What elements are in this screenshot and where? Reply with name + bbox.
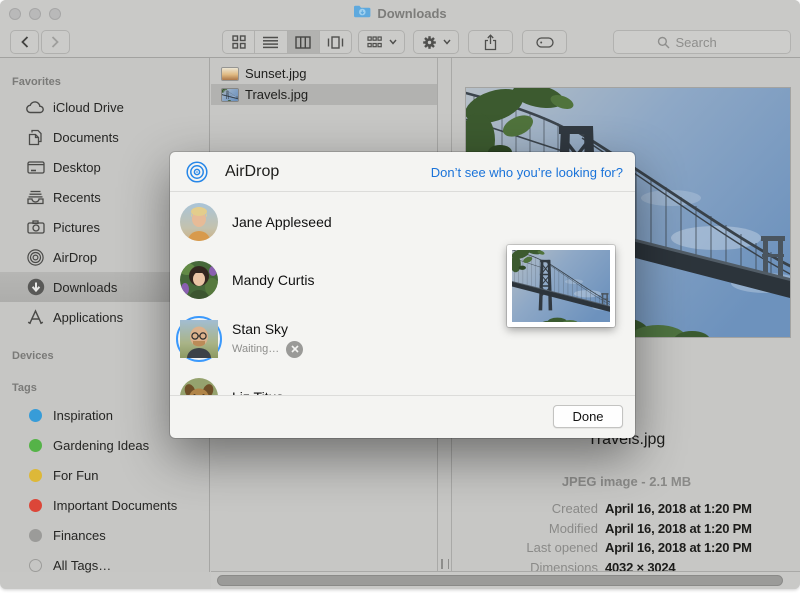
detail-row-last-opened: Last opened April 16, 2018 at 1:20 PM bbox=[453, 538, 800, 558]
cloud-icon bbox=[26, 98, 45, 117]
sidebar-tag-for-fun[interactable]: For Fun bbox=[0, 460, 209, 490]
sunset-thumbnail-icon bbox=[222, 68, 238, 80]
search-input[interactable] bbox=[674, 34, 748, 51]
travels-thumbnail-icon bbox=[222, 89, 238, 101]
sidebar-tag-important-documents[interactable]: Important Documents bbox=[0, 490, 209, 520]
avatar-mandy bbox=[180, 261, 218, 299]
transfer-status: Waiting… bbox=[232, 343, 279, 355]
desktop-icon bbox=[26, 158, 45, 177]
downloads-folder-icon bbox=[353, 4, 371, 23]
person-name: Stan Sky bbox=[232, 321, 288, 337]
icon-view-button[interactable] bbox=[223, 31, 254, 53]
airdrop-dialog-title: AirDrop bbox=[225, 163, 279, 181]
toolbar bbox=[0, 27, 800, 58]
sidebar-item-all-tags[interactable]: All Tags… bbox=[0, 550, 209, 580]
airdrop-dialog-header: AirDrop Don’t see who you’re looking for… bbox=[170, 152, 635, 192]
tag-dot-blue bbox=[29, 409, 42, 422]
horizontal-scrollbar-track[interactable] bbox=[211, 571, 800, 589]
sidebar-tag-finances[interactable]: Finances bbox=[0, 520, 209, 550]
camera-icon bbox=[26, 218, 45, 237]
share-button[interactable] bbox=[468, 30, 513, 54]
file-row-sunset[interactable]: Sunset.jpg bbox=[211, 63, 437, 84]
airdrop-help-link[interactable]: Don’t see who you’re looking for? bbox=[431, 165, 623, 180]
cancel-transfer-button[interactable] bbox=[286, 341, 303, 358]
avatar-liz bbox=[180, 378, 218, 395]
tag-dot-hollow bbox=[29, 559, 42, 572]
tag-dot-red bbox=[29, 499, 42, 512]
column-view-button[interactable] bbox=[287, 31, 319, 53]
done-button[interactable]: Done bbox=[553, 405, 623, 428]
avatar-stan bbox=[180, 320, 218, 358]
person-row-mandy[interactable]: Mandy Curtis bbox=[180, 261, 314, 299]
window-title: Downloads bbox=[377, 6, 446, 21]
avatar-jane bbox=[180, 203, 218, 241]
airdrop-logo-icon bbox=[185, 160, 209, 189]
view-mode-control bbox=[222, 30, 352, 54]
download-circle-icon bbox=[26, 278, 45, 297]
search-field[interactable] bbox=[613, 30, 791, 54]
person-name: Jane Appleseed bbox=[232, 214, 332, 230]
horizontal-scrollbar-thumb[interactable] bbox=[217, 575, 783, 586]
sidebar-item-icloud-drive[interactable]: iCloud Drive bbox=[0, 92, 209, 122]
action-menu-button[interactable] bbox=[413, 30, 459, 54]
person-row-stan[interactable]: Stan Sky Waiting… bbox=[180, 320, 303, 358]
person-row-jane[interactable]: Jane Appleseed bbox=[180, 203, 332, 241]
edit-tags-button[interactable] bbox=[522, 30, 567, 54]
preview-kind-size: JPEG image - 2.1 MB bbox=[453, 474, 800, 489]
gallery-view-button[interactable] bbox=[319, 31, 351, 53]
detail-row-modified: Modified April 16, 2018 at 1:20 PM bbox=[453, 519, 800, 539]
documents-icon bbox=[26, 128, 45, 147]
group-by-button[interactable] bbox=[358, 30, 405, 54]
airdrop-file-thumbnail bbox=[507, 245, 615, 327]
tag-dot-green bbox=[29, 439, 42, 452]
detail-row-created: Created April 16, 2018 at 1:20 PM bbox=[453, 499, 800, 519]
tag-dot-gray bbox=[29, 529, 42, 542]
search-icon bbox=[657, 36, 670, 49]
titlebar: Downloads bbox=[0, 0, 800, 27]
recents-icon bbox=[26, 188, 45, 207]
sidebar-section-favorites: Favorites bbox=[0, 74, 209, 90]
airdrop-dialog: AirDrop Don’t see who you’re looking for… bbox=[170, 152, 635, 438]
person-row-liz[interactable]: Liz Titus bbox=[180, 378, 283, 395]
airdrop-icon bbox=[26, 248, 45, 267]
avatar-progress-ring bbox=[176, 316, 222, 362]
file-row-travels[interactable]: Travels.jpg bbox=[211, 84, 437, 105]
person-name: Mandy Curtis bbox=[232, 272, 314, 288]
back-button[interactable] bbox=[10, 30, 39, 54]
tag-dot-yellow bbox=[29, 469, 42, 482]
sidebar-item-documents[interactable]: Documents bbox=[0, 122, 209, 152]
column-resize-grip[interactable] bbox=[441, 559, 449, 569]
finder-window: Downloads bbox=[0, 0, 800, 589]
airdrop-dialog-footer: Done bbox=[170, 395, 635, 438]
list-view-button[interactable] bbox=[254, 31, 286, 53]
forward-button[interactable] bbox=[41, 30, 70, 54]
file-details: Created April 16, 2018 at 1:20 PM Modifi… bbox=[453, 499, 800, 577]
applications-icon bbox=[26, 308, 45, 327]
